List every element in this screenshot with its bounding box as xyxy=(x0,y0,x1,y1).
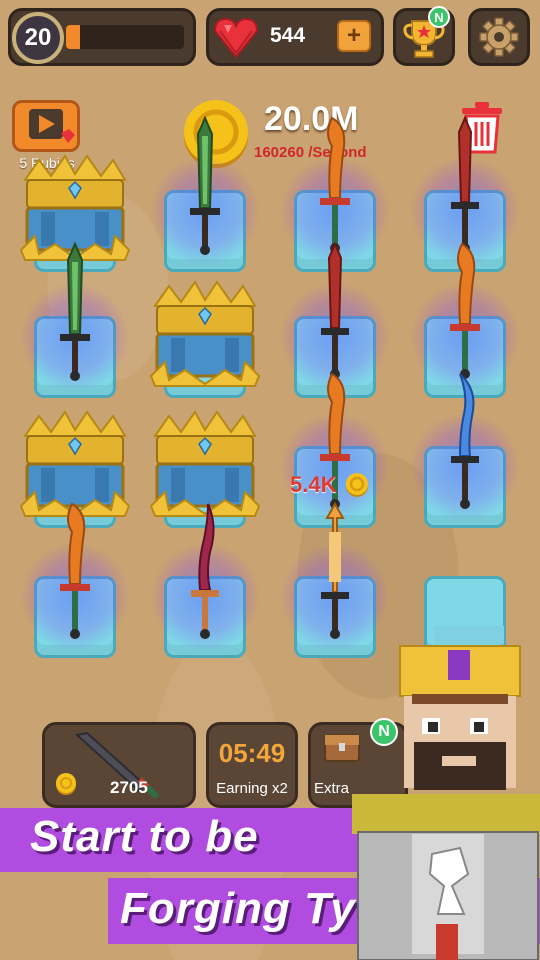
xp-progress-fill xyxy=(66,25,81,49)
floating-earning: 5.4K xyxy=(290,472,337,497)
settings-button[interactable] xyxy=(468,8,530,66)
crimson-blade-item[interactable] xyxy=(180,502,230,647)
slogan-line-1: Start to be xyxy=(30,812,259,861)
gear-icon xyxy=(479,17,519,57)
chest-item[interactable] xyxy=(147,280,263,395)
buy-price: 2705 xyxy=(110,778,148,797)
blue-blade-item[interactable] xyxy=(440,372,490,517)
extra-label: Extra xyxy=(314,780,350,797)
green-sword-item[interactable] xyxy=(50,241,100,387)
king-character xyxy=(352,626,540,960)
red-sword-item[interactable] xyxy=(310,241,360,387)
watch-video-button[interactable] xyxy=(12,100,80,152)
level-badge: 20 xyxy=(12,12,64,64)
small-coin-icon xyxy=(346,473,368,497)
red-sword-item[interactable] xyxy=(440,115,490,261)
trophy-new-badge: N xyxy=(428,6,450,28)
orange-blade-item[interactable] xyxy=(50,502,100,647)
ruby-icon xyxy=(213,17,259,59)
boost-label: Earning x2 xyxy=(216,780,288,797)
play-video-icon xyxy=(29,109,75,143)
xp-progress-bar xyxy=(66,25,184,49)
green-sword-item[interactable] xyxy=(180,115,230,261)
add-rubies-button[interactable]: + xyxy=(337,20,371,52)
ruby-count: 544 xyxy=(270,24,306,47)
boost-timer: 05:49 xyxy=(218,738,286,768)
orange-blade-item[interactable] xyxy=(310,116,360,261)
orange-blade-item[interactable] xyxy=(440,242,490,387)
